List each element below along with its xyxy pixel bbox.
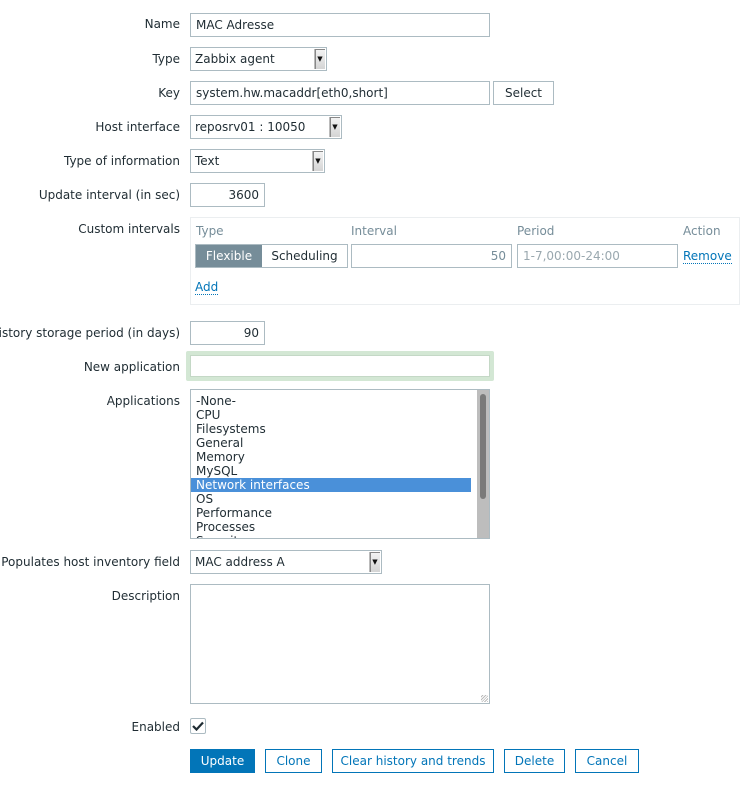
clear-history-button[interactable]: Clear history and trends	[332, 749, 494, 773]
ci-header-action: Action	[683, 224, 721, 238]
new-application-input[interactable]	[190, 355, 490, 377]
ci-period-input[interactable]: 1-7,00:00-24:00	[517, 244, 678, 268]
ci-type-toggle: Flexible Scheduling	[195, 244, 348, 268]
description-label: Description	[111, 589, 180, 603]
inventory-field-label: Populates host inventory field	[1, 555, 180, 569]
name-label: Name	[144, 17, 180, 31]
ci-type-flexible[interactable]: Flexible	[196, 245, 262, 267]
application-option[interactable]: CPU	[191, 408, 471, 422]
inventory-field-select[interactable]: MAC address A ▼	[190, 550, 382, 574]
update-interval-label: Update interval (in sec)	[38, 188, 180, 202]
key-label: Key	[158, 86, 180, 100]
enabled-checkbox[interactable]	[190, 718, 206, 734]
type-label: Type	[152, 52, 180, 66]
applications-scrollbar[interactable]	[477, 390, 489, 538]
history-storage-label: History storage period (in days)	[0, 326, 180, 340]
description-textarea[interactable]	[190, 584, 490, 704]
update-interval-input[interactable]: 3600	[190, 183, 265, 207]
application-option[interactable]: Memory	[191, 450, 471, 464]
chevron-down-icon: ▼	[314, 49, 325, 69]
resize-handle-icon[interactable]	[481, 695, 488, 702]
select-key-button[interactable]: Select	[493, 81, 554, 105]
history-storage-input[interactable]: 90	[190, 321, 265, 345]
clone-button[interactable]: Clone	[265, 749, 322, 773]
update-button[interactable]: Update	[190, 749, 255, 773]
scrollbar-thumb[interactable]	[480, 394, 486, 499]
host-interface-select[interactable]: reposrv01 : 10050 ▼	[190, 115, 342, 139]
type-of-information-select[interactable]: Text ▼	[190, 149, 325, 173]
type-of-information-value: Text	[195, 154, 220, 168]
ci-header-interval: Interval	[351, 224, 397, 238]
ci-header-type: Type	[196, 224, 224, 238]
ci-type-scheduling[interactable]: Scheduling	[262, 245, 347, 267]
ci-remove-link[interactable]: Remove	[683, 249, 732, 264]
application-option[interactable]: Filesystems	[191, 422, 471, 436]
new-application-label: New application	[83, 360, 180, 374]
cancel-button[interactable]: Cancel	[575, 749, 639, 773]
delete-button[interactable]: Delete	[504, 749, 565, 773]
checkmark-icon	[192, 721, 204, 731]
application-option[interactable]: -None-	[191, 394, 471, 408]
type-select-value: Zabbix agent	[195, 52, 275, 66]
application-option-selected[interactable]: Network interfaces	[191, 478, 471, 492]
key-input[interactable]: system.hw.macaddr[eth0,short]	[190, 81, 490, 105]
ci-interval-input[interactable]: 50	[351, 244, 512, 268]
application-option[interactable]: General	[191, 436, 471, 450]
type-of-information-label: Type of information	[63, 154, 180, 168]
application-option[interactable]: MySQL	[191, 464, 471, 478]
type-select[interactable]: Zabbix agent ▼	[190, 47, 327, 71]
enabled-label: Enabled	[131, 720, 181, 734]
inventory-field-value: MAC address A	[195, 555, 285, 569]
application-option[interactable]: Performance	[191, 506, 471, 520]
ci-add-link[interactable]: Add	[195, 280, 219, 295]
chevron-down-icon: ▼	[312, 151, 323, 171]
host-interface-label: Host interface	[95, 120, 180, 134]
applications-listbox[interactable]: -None- CPU Filesystems General Memory My…	[190, 389, 490, 539]
name-input[interactable]: MAC Adresse	[190, 13, 490, 37]
chevron-down-icon: ▼	[369, 552, 380, 572]
application-option[interactable]: Security	[191, 534, 471, 538]
ci-header-period: Period	[517, 224, 555, 238]
chevron-down-icon: ▼	[329, 117, 340, 137]
custom-intervals-label: Custom intervals	[78, 222, 180, 236]
applications-label: Applications	[106, 394, 180, 408]
application-option[interactable]: OS	[191, 492, 471, 506]
application-option[interactable]: Processes	[191, 520, 471, 534]
host-interface-value: reposrv01 : 10050	[195, 120, 306, 134]
